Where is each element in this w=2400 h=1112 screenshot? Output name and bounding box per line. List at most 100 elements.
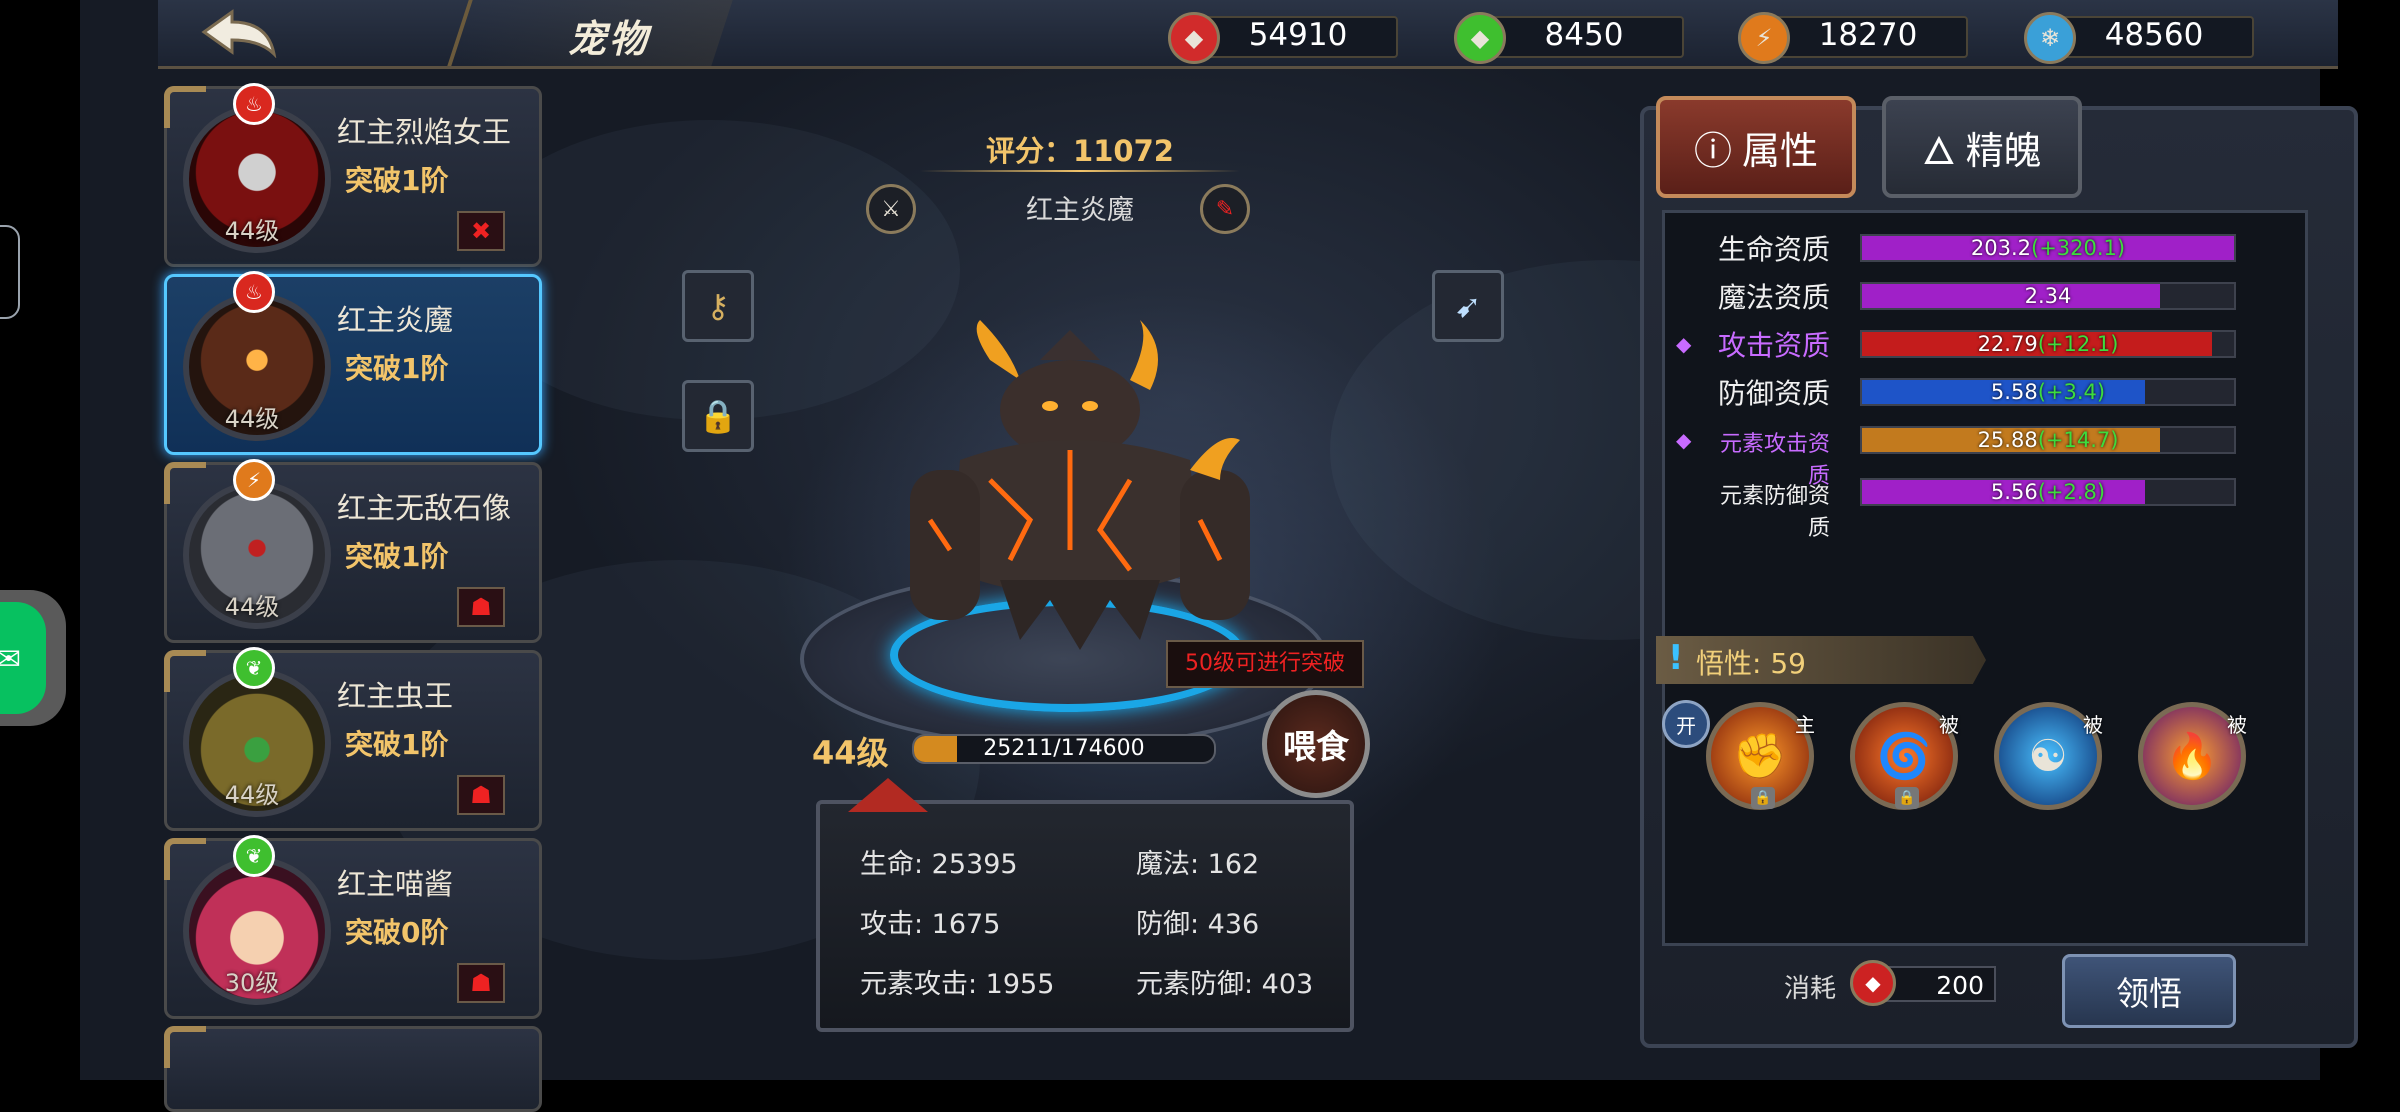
skill-slot[interactable]: ☯ 被 <box>1994 702 2103 810</box>
pet-card-partial[interactable] <box>164 1026 542 1112</box>
pet-breakthrough: 突破1阶 <box>345 540 449 573</box>
leaf-element-icon: ❦ <box>233 647 275 689</box>
attribute-bonus-value: (+320.1) <box>2031 236 2126 260</box>
resource-value: 18270 <box>1818 17 1918 53</box>
attribute-bonus-value: (+14.7) <box>2037 428 2119 452</box>
attribute-value: 5.56(+2.8) <box>1862 480 2234 504</box>
flame-icon: 🜂 <box>1922 129 1956 173</box>
attribute-bonus-value: (+2.8) <box>2037 480 2106 504</box>
attribute-row: 元素防御资质 5.56(+2.8) <box>1700 472 2240 541</box>
pet-name: 红主烈焰女王 <box>337 115 512 149</box>
pet-breakthrough: 突破0阶 <box>345 916 449 949</box>
back-arrow-icon <box>201 9 277 59</box>
pet-card[interactable]: ⚡ 44级 红主无敌石像 突破1阶 ☗ <box>164 459 542 643</box>
resource-value: 54910 <box>1248 17 1348 53</box>
tab-spirit[interactable]: 🜂 精魄 <box>1882 96 2082 198</box>
attribute-value: 5.58(+3.4) <box>1862 380 2234 404</box>
lightning-element-icon: ⚡ <box>233 459 275 501</box>
expand-up-icon[interactable] <box>848 778 928 812</box>
edge-handle[interactable] <box>0 225 20 319</box>
open-badge[interactable]: 开 <box>1662 700 1710 748</box>
skill-tag: 主 <box>1795 713 1815 737</box>
attribute-label: 防御资质 <box>1717 377 1830 410</box>
pet-breakthrough: 突破1阶 <box>345 164 449 197</box>
resource-lightning-coin: 18270 ⚡ <box>1738 12 1968 64</box>
fire-element-icon: ♨ <box>233 83 275 125</box>
attribute-base-value: 5.58 <box>1990 380 2038 404</box>
pet-card[interactable]: ❦ 30级 红主喵酱 突破0阶 ☗ <box>164 835 542 1019</box>
stat-hp: 生命: 25395 <box>860 849 1018 880</box>
fire-element-icon: ♨ <box>233 271 275 313</box>
skill-slot[interactable]: 🔥 被 <box>2138 702 2247 810</box>
exclamation-icon: ! <box>1668 638 1684 678</box>
skill-slot[interactable]: ✊ 主 🔒 <box>1706 702 1815 810</box>
attribute-value: 2.34 <box>1862 284 2234 308</box>
attribute-base-value: 5.56 <box>1990 480 2038 504</box>
pet-title: 红主炎魔 <box>1026 195 1134 226</box>
wechat-float-button[interactable]: ✉ <box>0 590 66 726</box>
attribute-value: 25.88(+14.7) <box>1862 428 2234 452</box>
cost-value: 200 <box>1884 966 1996 1002</box>
highlight-diamond-icon: ◆ <box>1676 332 1692 356</box>
resource-red-gem: 54910 ◆ <box>1168 12 1398 64</box>
back-button[interactable] <box>198 6 282 59</box>
attribute-bar: 5.56(+2.8) <box>1860 478 2236 506</box>
attribute-bonus-value: (+12.1) <box>2037 332 2119 356</box>
pet-name: 红主喵酱 <box>337 867 454 901</box>
green-gem-icon: ◆ <box>1454 12 1506 64</box>
pet-card[interactable]: ♨ 44级 红主烈焰女王 突破1阶 ✖ <box>164 83 542 267</box>
leaf-element-icon: ❦ <box>233 835 275 877</box>
attribute-list-box <box>1662 210 2308 946</box>
wechat-icon: ✉ <box>0 642 22 677</box>
attribute-bar: 2.34 <box>1860 282 2236 310</box>
pet-name: 红主虫王 <box>337 679 454 713</box>
stat-element-attack: 元素攻击: 1955 <box>860 969 1055 1000</box>
stat-mp: 魔法: 162 <box>1136 849 1260 880</box>
tab-label: 属性 <box>1742 128 1819 173</box>
fire-fist-icon: ✊ <box>1732 731 1788 782</box>
tab-attributes[interactable]: ⓘ 属性 <box>1656 96 1856 198</box>
top-bar: 宠物 54910 ◆ 8450 ◆ 18270 ⚡ 48560 ❄ <box>158 0 2338 69</box>
demon-badge-icon: ☗ <box>457 963 505 1003</box>
attribute-label: 生命资质 <box>1717 233 1830 266</box>
pet-model-flame-demon <box>910 320 1250 650</box>
attribute-bonus-value: (+3.4) <box>2037 380 2106 404</box>
attribute-bar: 25.88(+14.7) <box>1860 426 2236 454</box>
left-black-bar: ✉ <box>0 0 80 1080</box>
pet-card[interactable]: ❦ 44级 红主虫王 突破1阶 ☗ <box>164 647 542 831</box>
stat-defense: 防御: 436 <box>1136 909 1260 940</box>
comprehend-button[interactable]: 领悟 <box>2062 954 2236 1028</box>
resource-ice-crystal: 48560 ❄ <box>2024 12 2254 64</box>
pet-level: 30级 <box>224 969 280 997</box>
pet-card-selected[interactable]: ♨ 44级 红主炎魔 突破1阶 <box>164 271 542 455</box>
attribute-base-value: 22.79 <box>1977 332 2038 356</box>
meditation-icon: ☯ <box>2028 730 2068 782</box>
wisdom-value: 悟性: 59 <box>1696 647 1806 680</box>
pet-name: 红主无敌石像 <box>337 491 512 525</box>
red-gem-icon: ◆ <box>1168 12 1220 64</box>
defeated-icon: ✖ <box>457 211 505 251</box>
skill-tag: 被 <box>1939 713 1959 737</box>
quill-icon[interactable]: ✎ <box>1200 184 1250 234</box>
skill-tag: 被 <box>2083 713 2103 737</box>
score-divider <box>920 170 1240 172</box>
resource-value: 8450 <box>1544 17 1624 53</box>
page-title: 宠物 <box>568 17 651 61</box>
skill-slot[interactable]: 🌀 被 🔒 <box>1850 702 1959 810</box>
pet-level-display: 44级 <box>812 734 889 772</box>
pet-breakthrough: 突破1阶 <box>345 728 449 761</box>
exp-text: 25211/174600 <box>983 736 1145 761</box>
breakthrough-hint: 50级可进行突破 <box>1166 640 1364 688</box>
blade-icon-button[interactable]: ➹ <box>1432 270 1504 342</box>
attribute-bar: 22.79(+12.1) <box>1860 330 2236 358</box>
attribute-base-value: 25.88 <box>1977 428 2038 452</box>
wisdom-banner: ! 悟性: 59 <box>1656 636 1986 684</box>
attribute-row: 防御资质 5.58(+3.4) <box>1700 372 2240 412</box>
lock-icon-button[interactable]: 🔒 <box>682 380 754 452</box>
feed-button[interactable]: 喂食 <box>1262 690 1370 798</box>
flame-icon: 🔥 <box>2164 731 2220 782</box>
key-icon-button[interactable]: ⚷ <box>682 270 754 342</box>
sword-icon[interactable]: ⚔ <box>866 184 916 234</box>
ice-crystal-icon: ❄ <box>2024 12 2076 64</box>
stat-attack: 攻击: 1675 <box>860 909 1001 940</box>
